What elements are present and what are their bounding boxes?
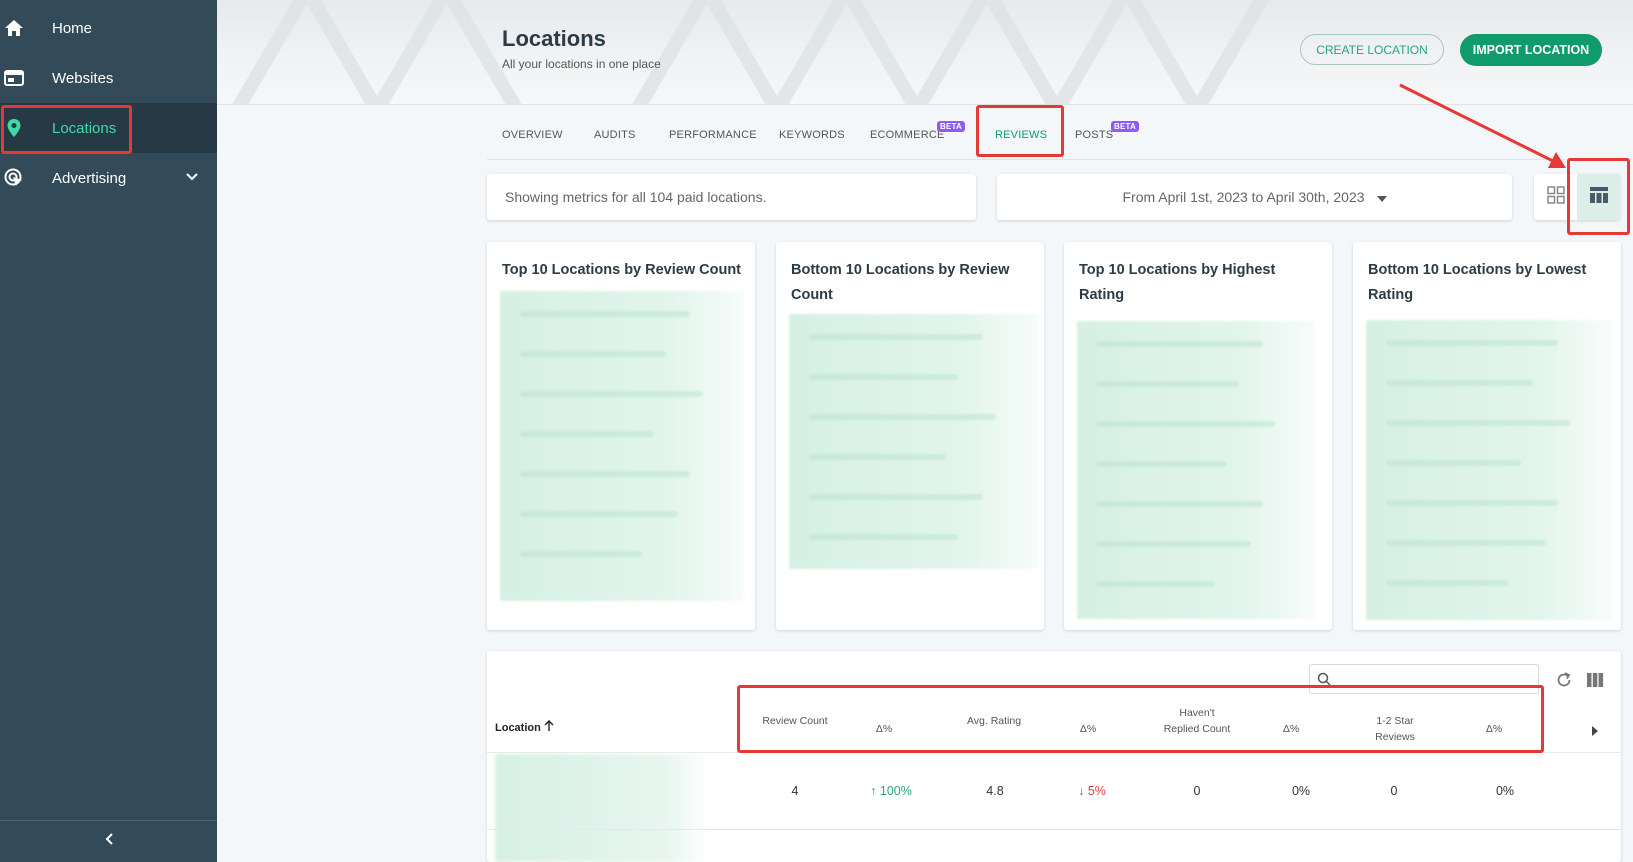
scroll-right-icon[interactable]: [1591, 723, 1599, 741]
arrow-up-icon: ↑: [870, 784, 877, 798]
column-header-delta[interactable]: Δ%: [859, 721, 909, 737]
cell-delta-value: 100%: [879, 784, 912, 798]
sidebar: Home Websites Locations Advertising: [0, 0, 217, 862]
column-header-avg-rating[interactable]: Avg. Rating: [954, 713, 1034, 729]
column-header-location[interactable]: Location: [495, 720, 554, 736]
reviews-table: Location Review Count Δ% Avg. Rating Δ% …: [487, 651, 1621, 862]
table-search: [1309, 664, 1539, 694]
cell-delta: 0%: [1291, 784, 1311, 798]
tab-ecommerce[interactable]: ECOMMERCE BETA: [870, 121, 965, 141]
cell-review-count: 4: [791, 784, 799, 798]
sidebar-item-label: Home: [52, 19, 93, 37]
grid-icon: [1546, 185, 1565, 209]
date-range-text: From April 1st, 2023 to April 30th, 2023: [1122, 189, 1365, 205]
sort-arrow-up-icon: [544, 720, 554, 734]
beta-badge: BETA: [937, 121, 965, 132]
chevron-down-icon[interactable]: [185, 170, 199, 188]
column-header-havent-replied[interactable]: Haven't Replied Count: [1147, 705, 1247, 737]
caret-down-icon: [1376, 189, 1387, 205]
bottom-review-count-card: Bottom 10 Locations by Review Count: [776, 242, 1044, 630]
home-icon: [4, 18, 24, 38]
sidebar-item-websites[interactable]: Websites: [0, 53, 217, 103]
cell-avg-rating: 4.8: [986, 784, 1004, 798]
metrics-summary: Showing metrics for all 104 paid locatio…: [487, 174, 976, 220]
tab-performance[interactable]: PERFORMANCE: [669, 129, 757, 141]
column-header-line: 1-2 Star: [1376, 715, 1414, 727]
column-header-delta[interactable]: Δ%: [1469, 721, 1519, 737]
card-title: Bottom 10 Locations by Lowest Rating: [1368, 262, 1587, 303]
tab-audits[interactable]: AUDITS: [594, 129, 636, 141]
tab-posts[interactable]: POSTS BETA: [1075, 121, 1139, 141]
column-header-line: Haven't: [1179, 707, 1215, 719]
search-icon: [1317, 672, 1331, 691]
grid-view-button[interactable]: [1534, 174, 1577, 220]
blurred-list: [500, 291, 744, 601]
cell-star-reviews: 0: [1390, 784, 1398, 798]
table-view-button[interactable]: [1577, 174, 1620, 220]
browser-window-icon: [4, 68, 24, 88]
card-title: Top 10 Locations by Review Count: [502, 262, 742, 278]
annotation-arrow: [1399, 83, 1566, 168]
blurred-location-names: [495, 754, 709, 862]
refresh-icon[interactable]: [1555, 671, 1573, 694]
column-header-label: Location: [495, 722, 541, 734]
arrow-down-icon: ↓: [1078, 784, 1085, 798]
blurred-list: [1077, 321, 1315, 619]
bottom-lowest-rating-card: Bottom 10 Locations by Lowest Rating: [1353, 242, 1621, 630]
columns-icon[interactable]: [1586, 672, 1604, 693]
chevron-left-icon: [103, 832, 115, 851]
metrics-summary-text: Showing metrics for all 104 paid locatio…: [505, 189, 767, 205]
column-header-review-count[interactable]: Review Count: [750, 713, 840, 729]
view-toggle: [1534, 174, 1620, 220]
tab-label: ECOMMERCE: [870, 129, 945, 141]
column-header-line: Replied Count: [1163, 723, 1231, 735]
cell-delta: ↑ 100%: [851, 784, 931, 798]
date-range-picker[interactable]: From April 1st, 2023 to April 30th, 2023: [997, 174, 1512, 220]
card-title: Top 10 Locations by Highest Rating: [1079, 262, 1276, 303]
column-header-star-reviews[interactable]: 1-2 Star Reviews: [1355, 713, 1435, 745]
top-review-count-card: Top 10 Locations by Review Count: [487, 242, 755, 630]
search-input[interactable]: [1336, 669, 1532, 689]
create-location-button[interactable]: CREATE LOCATION: [1300, 34, 1444, 65]
beta-badge: BETA: [1111, 121, 1139, 132]
sidebar-item-label: Locations: [52, 119, 117, 137]
page-subtitle: All your locations in one place: [502, 57, 661, 71]
map-pin-icon: [4, 118, 24, 138]
blurred-list: [1366, 320, 1612, 620]
top-highest-rating-card: Top 10 Locations by Highest Rating: [1064, 242, 1332, 630]
collapse-sidebar-button[interactable]: [0, 820, 217, 862]
table-icon: [1589, 186, 1609, 209]
target-cursor-icon: [4, 168, 24, 188]
tab-overview[interactable]: OVERVIEW: [502, 129, 563, 141]
page-title: Locations: [502, 26, 606, 51]
sidebar-item-label: Advertising: [52, 169, 127, 187]
column-header-line: Reviews: [1375, 731, 1415, 743]
sidebar-item-home[interactable]: Home: [0, 3, 217, 53]
table-divider: [487, 752, 1621, 753]
cell-delta: 0%: [1495, 784, 1515, 798]
cell-delta-value: 5%: [1087, 784, 1106, 798]
sidebar-item-locations[interactable]: Locations: [0, 103, 217, 153]
table-divider: [487, 829, 1621, 830]
column-header-delta[interactable]: Δ%: [1063, 721, 1113, 737]
cell-havent-replied: 0: [1193, 784, 1201, 798]
card-title: Bottom 10 Locations by Review Count: [791, 262, 1010, 303]
tab-keywords[interactable]: KEYWORDS: [779, 129, 845, 141]
tab-reviews[interactable]: REVIEWS: [995, 129, 1047, 141]
blurred-list: [789, 314, 1038, 569]
sidebar-item-advertising[interactable]: Advertising: [0, 153, 217, 203]
cell-delta: ↓ 5%: [1052, 784, 1132, 798]
tab-label: POSTS: [1075, 129, 1114, 141]
column-header-delta[interactable]: Δ%: [1266, 721, 1316, 737]
import-location-button[interactable]: IMPORT LOCATION: [1460, 34, 1602, 66]
sidebar-item-label: Websites: [52, 69, 114, 87]
